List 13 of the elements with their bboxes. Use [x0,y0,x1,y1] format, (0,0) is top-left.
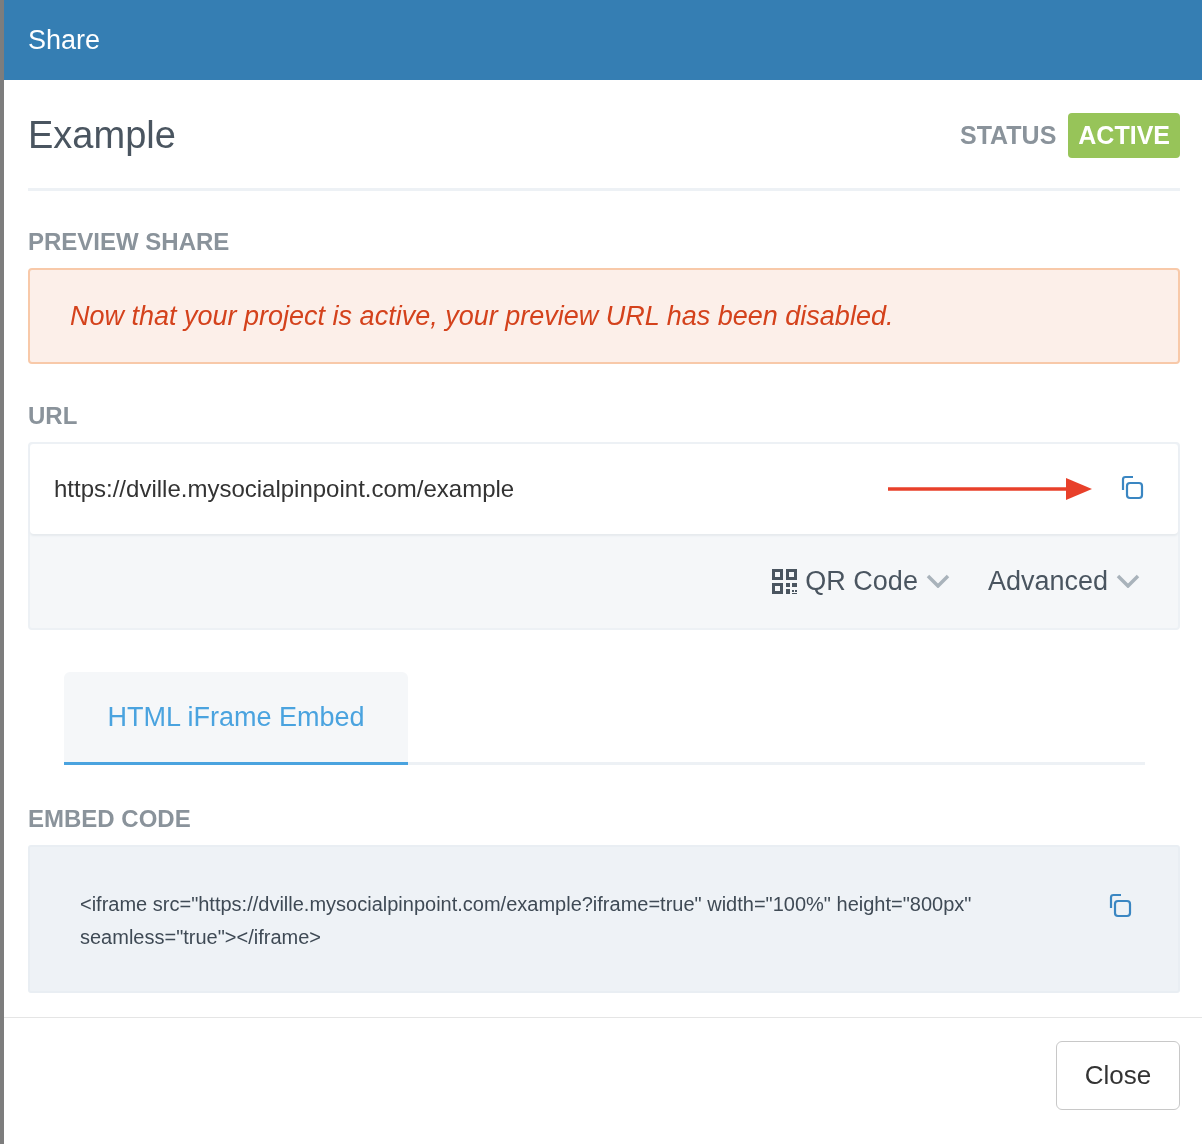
section-heading: EMBED CODE [28,804,192,834]
qr-code-dropdown[interactable]: QR Code [772,565,950,597]
embed-code: <iframe src="https://dville.mysocialpinpoint.com/example?iframe=true" width="100%" height="800px" seamless="true"></iframe> [80,892,973,950]
close-button[interactable]: Close [1056,1041,1180,1110]
project-title: Example [28,113,176,157]
status-badge: ACTIVE [1068,112,1180,158]
status-label: STATUS [960,120,1057,150]
section-heading: URL [28,401,79,431]
section-heading: PREVIEW SHARE [28,227,231,257]
qr-code-icon [772,568,798,594]
advanced-dropdown[interactable]: Advanced [987,565,1140,597]
warning-alert: Now that your project is active, your preview URL has been disabled. [28,268,1180,364]
dialog-title: Share [28,24,101,56]
